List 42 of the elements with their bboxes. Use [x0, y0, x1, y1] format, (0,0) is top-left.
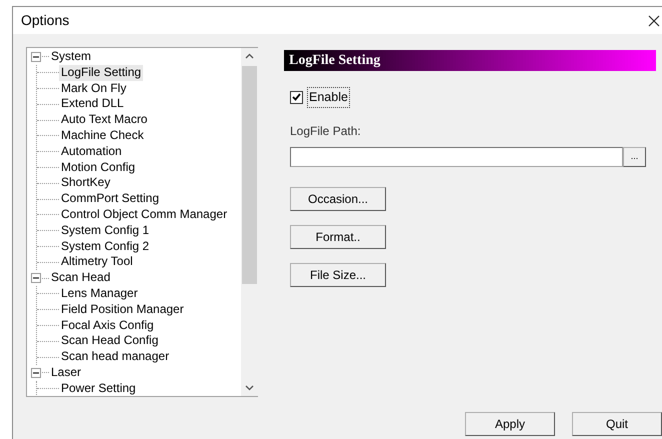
- path-field[interactable]: [290, 146, 623, 167]
- quit-button[interactable]: Quit: [572, 412, 662, 436]
- option-button[interactable]: File Size...: [290, 262, 386, 287]
- tree-item[interactable]: Scan Head: [49, 270, 112, 286]
- tree-item[interactable]: Control Object Comm Manager: [59, 206, 230, 223]
- tree-item[interactable]: Automation: [59, 144, 124, 160]
- tree-item[interactable]: ShortKey: [59, 175, 112, 192]
- panel-header: LogFile Setting: [284, 50, 656, 71]
- tree-item[interactable]: Focal Axis Config: [59, 318, 156, 334]
- tree-item[interactable]: Auto Text Macro: [59, 112, 150, 128]
- tree-item[interactable]: Motion Config: [59, 160, 138, 176]
- tree-item[interactable]: CommPort Setting: [59, 191, 162, 207]
- scroll-up-icon[interactable]: [245, 53, 254, 59]
- option-button[interactable]: Format..: [290, 224, 386, 249]
- collapse-icon[interactable]: [31, 273, 41, 284]
- tree-item[interactable]: Laser: [49, 364, 84, 381]
- tree-item[interactable]: Field Position Manager: [59, 302, 186, 318]
- tree-item[interactable]: Extend DLL: [59, 96, 126, 112]
- enable-checkbox[interactable]: [290, 90, 303, 104]
- tree-item[interactable]: Lens Manager: [59, 286, 140, 302]
- apply-button[interactable]: Apply: [465, 412, 555, 436]
- tree-item[interactable]: Scan Head Config: [59, 333, 160, 350]
- close-icon[interactable]: [648, 14, 660, 26]
- tree-item[interactable]: Altimetry Tool: [59, 254, 135, 270]
- tree-item[interactable]: System Config 2: [59, 238, 152, 254]
- window-title: Options: [21, 11, 70, 30]
- tree-item[interactable]: System: [49, 49, 94, 65]
- scroll-down-icon[interactable]: [245, 385, 254, 391]
- tree-item[interactable]: Mark On Fly: [59, 80, 128, 96]
- checkbox-label[interactable]: Enable: [307, 87, 350, 108]
- tree-item[interactable]: LogFile Setting: [59, 64, 144, 81]
- scrollbar-thumb[interactable]: [242, 66, 257, 284]
- tree-item[interactable]: Machine Check: [59, 128, 146, 144]
- tree-item[interactable]: Power Setting: [59, 380, 138, 396]
- tree-item[interactable]: System Config 1: [59, 222, 152, 239]
- collapse-icon[interactable]: [31, 368, 41, 378]
- path-label: LogFile Path:: [290, 122, 362, 140]
- option-button[interactable]: Occasion...: [290, 186, 386, 211]
- browse-button[interactable]: ...: [623, 146, 646, 167]
- scrollbar[interactable]: [241, 48, 258, 396]
- tree-item[interactable]: Scan head manager: [59, 349, 172, 365]
- collapse-icon[interactable]: [31, 52, 41, 62]
